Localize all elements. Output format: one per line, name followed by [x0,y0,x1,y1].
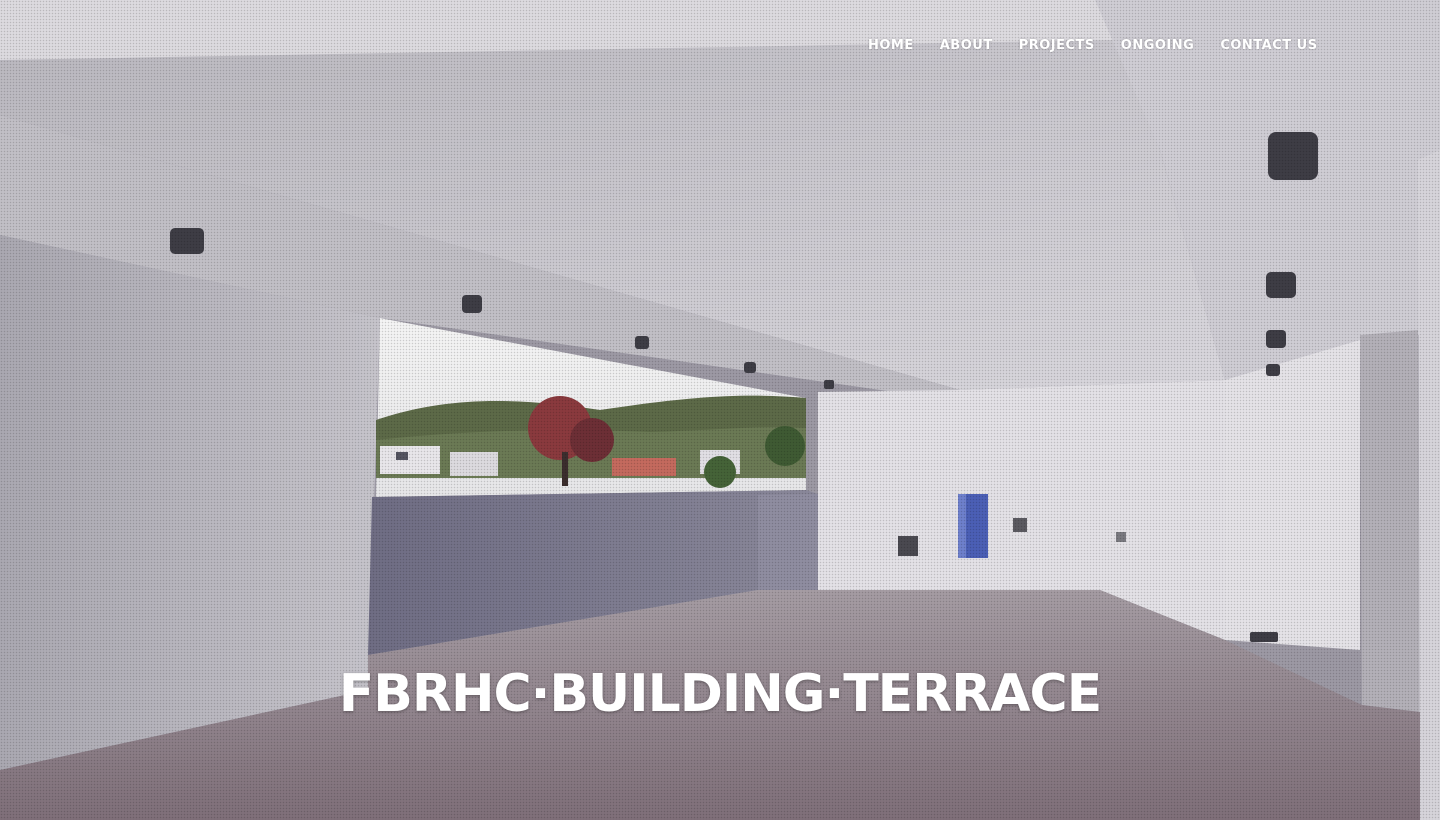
nav-item-home[interactable]: HOME [868,36,914,55]
hero-title: FBRHC·BUILDING·TERRACE [338,664,1102,724]
main-nav: HOME ABOUT PROJECTS ONGOING CONTACT US [868,36,1318,55]
nav-item-projects[interactable]: PROJECTS [1019,36,1095,55]
nav-item-ongoing[interactable]: ONGOING [1121,36,1195,55]
nav-item-about[interactable]: ABOUT [940,36,993,55]
nav-item-contact-us[interactable]: CONTACT US [1220,36,1317,55]
hero-section: HOME ABOUT PROJECTS ONGOING CONTACT US F… [0,0,1440,820]
